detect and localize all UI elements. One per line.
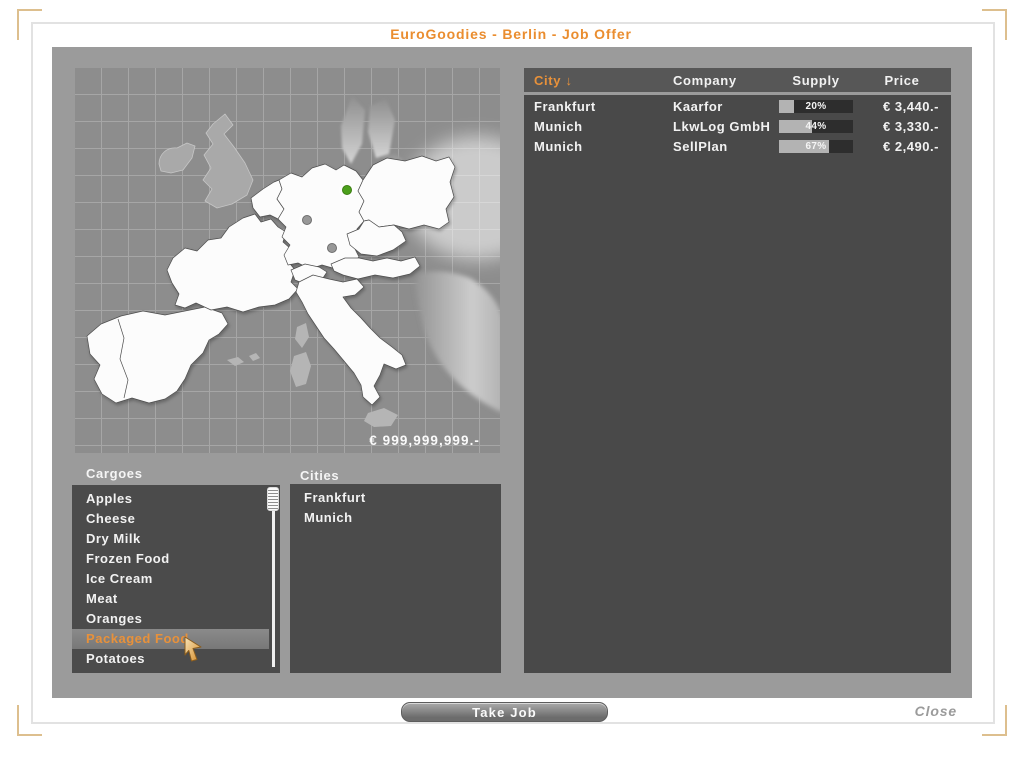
column-header-company[interactable]: Company xyxy=(673,73,779,88)
supply-bar: 44% xyxy=(779,119,853,133)
offers-table-header: City ↓ Company Supply Price xyxy=(524,68,951,92)
column-header-supply[interactable]: Supply xyxy=(779,73,853,88)
cargo-item[interactable]: Cheese xyxy=(72,509,280,529)
offer-row[interactable]: Munich SellPlan 67% € 2,490.- xyxy=(524,136,951,156)
cargo-item[interactable]: Oranges xyxy=(72,609,280,629)
dialog-title: EuroGoodies - Berlin - Job Offer xyxy=(390,26,632,42)
frankfurt-marker-dot xyxy=(302,215,312,225)
offer-row[interactable]: Munich LkwLog GmbH 44% € 3,330.- xyxy=(524,116,951,136)
europe-map: € 999,999,999.- xyxy=(75,68,500,453)
cargo-item[interactable]: Apples xyxy=(72,489,280,509)
cities-label: Cities xyxy=(300,468,340,483)
cargoes-label: Cargoes xyxy=(86,466,143,481)
munich-marker xyxy=(323,239,341,257)
map-poland xyxy=(357,155,456,230)
close-button[interactable]: Close xyxy=(915,703,957,719)
offer-city: Munich xyxy=(534,138,583,154)
offer-city: Munich xyxy=(534,118,583,134)
cargo-item[interactable]: Meat xyxy=(72,589,280,609)
europe-map-graphic xyxy=(86,96,500,427)
map-balkans xyxy=(415,271,500,412)
supply-percent-label: 67% xyxy=(805,140,827,152)
offer-price: € 3,330.- xyxy=(883,118,939,134)
supply-bar: 67% xyxy=(779,139,853,153)
money-display: € 999,999,999.- xyxy=(369,433,480,448)
cargo-item[interactable]: Ice Cream xyxy=(72,569,280,589)
berlin-marker-dot xyxy=(342,185,352,195)
munich-marker-dot xyxy=(327,243,337,253)
offer-price: € 3,440.- xyxy=(883,98,939,114)
offers-table-body: Frankfurt Kaarfor 20% € 3,440.- Munich LkwLog… xyxy=(524,95,951,673)
cities-listbox: Frankfurt Munich xyxy=(290,484,501,673)
offer-company: LkwLog GmbH xyxy=(673,118,771,134)
offer-row[interactable]: Frankfurt Kaarfor 20% € 3,440.- xyxy=(524,96,951,116)
city-item[interactable]: Frankfurt xyxy=(290,488,501,508)
map-germany xyxy=(276,163,365,270)
column-header-price[interactable]: Price xyxy=(853,73,951,88)
cargoes-listbox: Apples Cheese Dry Milk Frozen Food Ice Cream… xyxy=(72,485,280,673)
page: EuroGoodies - Berlin - Job Offer € 999,9… xyxy=(0,0,1024,768)
supply-percent-label: 44% xyxy=(805,120,827,132)
cargoes-scrollbar-thumb[interactable] xyxy=(267,487,279,511)
take-job-button[interactable]: Take Job xyxy=(401,702,608,722)
frankfurt-marker xyxy=(298,211,316,229)
offer-city: Frankfurt xyxy=(534,98,596,114)
map-france xyxy=(166,213,299,313)
offer-price: € 2,490.- xyxy=(883,138,939,154)
supply-percent-label: 20% xyxy=(805,100,827,112)
map-mainland xyxy=(86,155,456,406)
cargo-item[interactable]: Frozen Food xyxy=(72,549,280,569)
city-item[interactable]: Munich xyxy=(290,508,501,528)
map-iberia xyxy=(86,306,229,404)
berlin-marker xyxy=(338,181,356,199)
offer-company: Kaarfor xyxy=(673,98,723,114)
sort-descending-icon: ↓ xyxy=(565,72,573,88)
cargo-item[interactable]: Packaged Food xyxy=(72,629,269,649)
supply-bar: 20% xyxy=(779,99,853,113)
cargoes-scrollbar-track[interactable] xyxy=(272,490,275,667)
column-header-city[interactable]: City ↓ xyxy=(524,73,673,88)
map-british-isles xyxy=(158,113,254,209)
cargo-item[interactable]: Dry Milk xyxy=(72,529,280,549)
map-italy xyxy=(295,274,407,406)
cargo-item[interactable]: Potatoes xyxy=(72,649,280,669)
map-austria xyxy=(330,256,421,280)
offer-company: SellPlan xyxy=(673,138,728,154)
